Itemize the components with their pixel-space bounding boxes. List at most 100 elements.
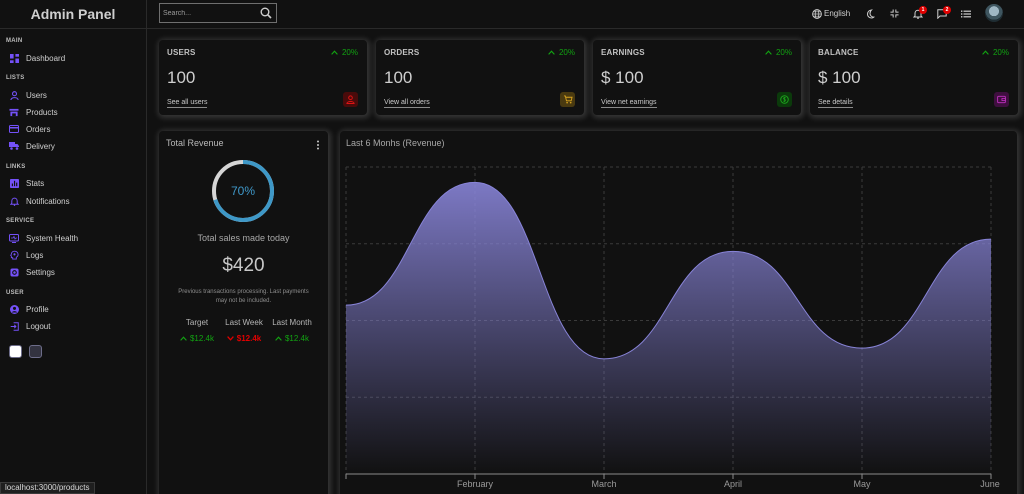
sidebar-item-dashboard[interactable]: Dashboard — [9, 53, 65, 63]
widget-percentage: 20% — [548, 48, 575, 57]
dark-mode-toggle[interactable] — [865, 7, 875, 20]
menu-list-button[interactable] — [961, 7, 971, 20]
widget-percentage: 20% — [331, 48, 358, 57]
sidebar-item-label: Notifications — [26, 196, 70, 206]
app-root: Admin Panel MAIN Dashboard LISTS Users P… — [0, 0, 1024, 494]
sidebar-item-users[interactable]: Users — [9, 90, 47, 100]
featured-description: Previous transactions processing. Last p… — [178, 289, 309, 304]
widget-value: 100 — [384, 68, 413, 87]
revenue-area — [346, 182, 991, 474]
sidebar-item-label: Logs — [26, 250, 44, 260]
sidebar-item-orders[interactable]: Orders — [9, 124, 50, 134]
widget-orders: ORDERS 20% 100 View all orders — [376, 40, 584, 115]
settings-icon — [9, 267, 19, 277]
notifications-badge: 1 — [919, 5, 927, 14]
account-circle-icon — [9, 304, 19, 314]
search-input[interactable] — [160, 9, 256, 17]
widget-value: $ 100 — [818, 68, 861, 87]
search-icon[interactable] — [260, 7, 272, 19]
sidebar: Admin Panel MAIN Dashboard LISTS Users P… — [0, 0, 147, 494]
sidebar-item-label: Orders — [26, 124, 51, 134]
widget-value: 100 — [167, 68, 196, 87]
notifications-button[interactable]: 1 — [913, 5, 927, 20]
section-title-service: SERVICE — [6, 218, 35, 224]
widget-percentage-value: 20% — [992, 48, 1009, 57]
sidebar-item-system-health[interactable]: System Health — [9, 233, 78, 243]
search-box — [159, 3, 277, 23]
money-icon — [777, 92, 792, 107]
globe-icon — [812, 8, 822, 19]
bell-icon: 1 — [913, 5, 927, 19]
widget-link[interactable]: See all users — [167, 98, 208, 108]
widget-link[interactable]: View all orders — [384, 98, 430, 108]
widget-percentage-value: 20% — [775, 48, 792, 57]
sidebar-item-label: Products — [26, 107, 58, 117]
avatar[interactable] — [985, 4, 1003, 22]
widget-link[interactable]: See details — [818, 98, 853, 108]
sidebar-item-profile[interactable]: Profile — [9, 304, 49, 314]
sidebar-item-label: Logout — [26, 321, 51, 331]
sidebar-item-label: Settings — [26, 267, 55, 277]
widget-link[interactable]: View net earnings — [601, 98, 657, 108]
sidebar-item-label: System Health — [26, 233, 79, 243]
store-icon — [9, 107, 19, 117]
truck-icon — [9, 141, 19, 151]
dark-theme-option[interactable] — [29, 345, 42, 358]
sidebar-item-delivery[interactable]: Delivery — [9, 141, 55, 151]
x-tick-label: June — [980, 479, 1000, 489]
section-title-lists: LISTS — [6, 75, 25, 81]
arrow-up-icon — [765, 50, 772, 55]
widget-title: USERS — [167, 48, 196, 57]
widget-percentage-value: 20% — [341, 48, 358, 57]
sidebar-item-settings[interactable]: Settings — [9, 267, 55, 277]
sidebar-item-logout[interactable]: Logout — [9, 321, 50, 331]
section-title-links: LINKS — [6, 164, 26, 170]
widget-earnings: EARNINGS 20% $ 100 View net earnings — [593, 40, 801, 115]
area-chart: February March April May June — [345, 166, 1000, 489]
dashboard-icon — [9, 53, 19, 63]
sidebar-item-logs[interactable]: Logs — [9, 250, 43, 260]
widget-percentage-value: 20% — [558, 48, 575, 57]
status-bar-url: localhost:3000/products — [0, 482, 95, 494]
arrow-up-icon — [982, 50, 989, 55]
revenue-chart: Last 6 Monhs (Revenue) February March Apri… — [340, 131, 1017, 494]
messages-button[interactable]: 2 — [937, 5, 951, 20]
list-icon — [961, 10, 971, 18]
sidebar-item-products[interactable]: Products — [9, 107, 58, 117]
arrow-down-icon — [226, 336, 234, 341]
widget-title: BALANCE — [818, 48, 859, 57]
summary-value-text: $12.4k — [284, 334, 310, 343]
sidebar-item-label: Delivery — [26, 141, 55, 151]
sidebar-item-label: Dashboard — [26, 53, 66, 63]
widget-balance: BALANCE 20% $ 100 See details — [810, 40, 1018, 115]
widget-title: ORDERS — [384, 48, 420, 57]
language-selector[interactable]: English — [812, 7, 850, 20]
language-label: English — [824, 9, 851, 18]
arrow-up-icon — [331, 50, 338, 55]
arrow-up-icon — [275, 336, 282, 341]
summary-value-text: $12.4k — [189, 334, 215, 343]
monitor-icon — [9, 233, 19, 243]
logo[interactable]: Admin Panel — [0, 0, 146, 29]
arrow-up-icon — [548, 50, 555, 55]
sidebar-item-notifications[interactable]: Notifications — [9, 196, 70, 206]
chart-icon — [9, 178, 19, 188]
more-vert-icon[interactable] — [316, 137, 320, 155]
shopping-cart-icon — [560, 92, 575, 107]
light-theme-option[interactable] — [9, 345, 22, 358]
sidebar-item-label: Users — [26, 90, 47, 100]
section-title-main: MAIN — [6, 38, 23, 44]
moon-icon — [865, 8, 875, 19]
x-tick-label: April — [724, 479, 742, 489]
widget-value: $ 100 — [601, 68, 644, 87]
sidebar-item-stats[interactable]: Stats — [9, 178, 44, 188]
featured-title: Total Revenue — [166, 138, 224, 148]
widget-title: EARNINGS — [601, 48, 645, 57]
fullscreen-exit-icon — [890, 9, 899, 18]
psychology-icon — [9, 250, 19, 260]
widget-percentage: 20% — [765, 48, 792, 57]
featured-amount: $420 — [222, 255, 265, 276]
fullscreen-button[interactable] — [890, 7, 899, 20]
x-tick-label: May — [853, 479, 871, 489]
summary-last-month: Last Month $12.4k — [262, 318, 322, 343]
